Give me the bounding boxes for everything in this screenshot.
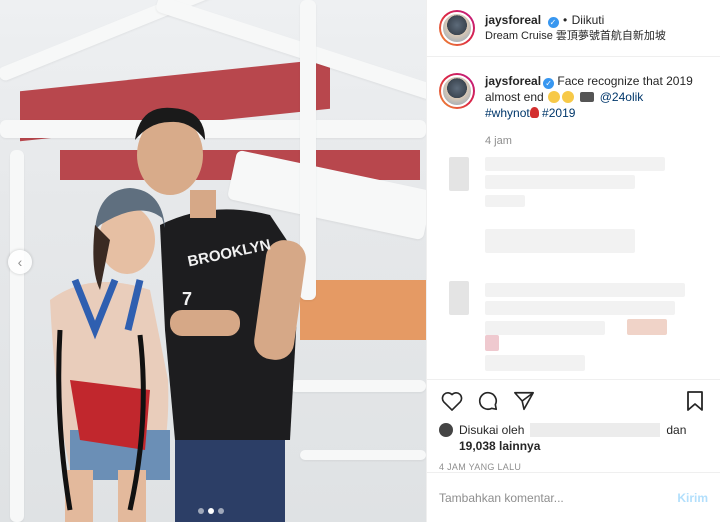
separator-dot: • <box>562 13 568 27</box>
caption: jaysforeal ✓ Face recognize that 2019 alm… <box>439 73 708 149</box>
comment-input[interactable] <box>439 490 678 505</box>
camera-emoji-icon <box>580 92 595 102</box>
likes-conjunction: dan <box>666 423 687 437</box>
post-header: jaysforeal ✓ • Diikuti Dream Cruise 雲頂夢號… <box>427 0 720 57</box>
post-comment-button[interactable]: Kirim <box>677 491 708 505</box>
location-link[interactable]: Dream Cruise 雲頂夢號首航自新加坡 <box>485 28 666 44</box>
hashtag-link[interactable]: #whynot <box>485 106 530 120</box>
svg-text:7: 7 <box>182 289 192 309</box>
caption-username[interactable]: jaysforeal <box>485 74 541 88</box>
caption-time: 4 jam <box>485 135 512 147</box>
blurred-comment <box>485 355 585 371</box>
people-illustration: BROOKLYN 7 <box>50 107 306 522</box>
avatar[interactable] <box>439 10 475 46</box>
chevron-left-icon[interactable]: ‹ <box>8 250 32 274</box>
post-sidebar: jaysforeal ✓ • Diikuti Dream Cruise 雲頂夢號… <box>426 0 720 522</box>
likes-prefix: Disukai oleh <box>459 423 525 437</box>
blurred-liker-name <box>530 423 661 437</box>
blurred-comment <box>485 301 675 315</box>
liker-avatar[interactable] <box>439 423 453 437</box>
carousel-dot[interactable] <box>198 508 204 514</box>
follow-status-button[interactable]: Diikuti <box>572 13 605 27</box>
heart-icon[interactable] <box>439 388 465 414</box>
avatar[interactable] <box>439 73 475 109</box>
rose-emoji-icon <box>529 107 539 118</box>
likes-summary: Disukai oleh dan 19,038 lainnya <box>427 422 720 454</box>
hashtag-link[interactable]: #2019 <box>542 106 575 120</box>
blurred-comment <box>485 335 499 351</box>
blurred-comment <box>627 319 667 335</box>
verified-icon: ✓ <box>547 17 559 28</box>
post-photo[interactable]: BROOKLYN 7 ‹ <box>0 0 426 522</box>
post-timestamp: 4 JAM YANG LALU <box>439 462 522 472</box>
blurred-comment <box>485 195 525 207</box>
blurred-avatar <box>449 281 469 315</box>
post-actions: Disukai oleh dan 19,038 lainnya 4 JAM YAN… <box>427 379 720 472</box>
header-username[interactable]: jaysforeal <box>485 13 541 27</box>
carousel-dot[interactable] <box>218 508 224 514</box>
add-comment-bar: Kirim <box>427 472 720 522</box>
mention-link[interactable]: @24olik <box>600 90 644 104</box>
emoji-icon <box>562 91 575 103</box>
blurred-comment <box>485 283 685 297</box>
comments-section: jaysforeal ✓ Face recognize that 2019 alm… <box>427 57 720 379</box>
emoji-icon <box>548 91 561 103</box>
share-icon[interactable] <box>511 388 537 414</box>
bookmark-icon[interactable] <box>682 388 708 414</box>
carousel-dots <box>198 508 224 514</box>
comment-icon[interactable] <box>475 388 501 414</box>
blurred-comment <box>485 157 665 171</box>
blurred-avatar <box>449 157 469 191</box>
blurred-comment <box>485 321 605 335</box>
verified-icon: ✓ <box>543 78 555 89</box>
carousel-dot-active[interactable] <box>208 508 214 514</box>
blurred-comment <box>485 229 635 253</box>
blurred-comment <box>485 175 635 189</box>
likes-count[interactable]: 19,038 lainnya <box>459 439 540 453</box>
